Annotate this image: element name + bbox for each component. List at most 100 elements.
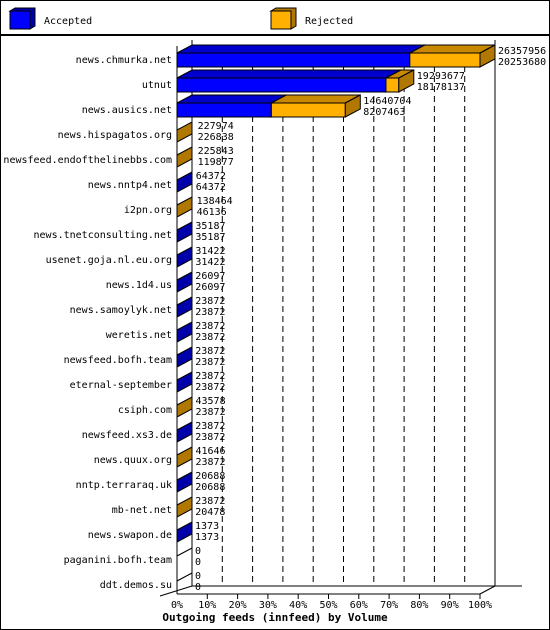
x-axis-title: Outgoing feeds (innfeed) by Volume [162, 611, 388, 624]
bar-accepted [176, 52, 411, 68]
value-label-total: 23872 [195, 371, 225, 382]
bar-accepted-top [176, 94, 287, 104]
value-label-accepted: 119877 [198, 157, 234, 168]
x-tick-label: 10% [198, 600, 216, 611]
bar-group [176, 446, 193, 468]
bar-accepted [176, 521, 193, 543]
value-label-accepted: 0 [195, 557, 201, 568]
x-tick-label: 0% [171, 600, 183, 611]
value-label-total: 26097 [195, 271, 225, 282]
x-tick-label: 90% [441, 600, 459, 611]
legend: Accepted Rejected [8, 7, 353, 30]
y-axis-label: utnut [142, 80, 172, 91]
bar-group [176, 246, 193, 268]
value-label-total: 23872 [195, 296, 225, 307]
value-label-accepted: 23872 [196, 407, 226, 418]
bar-group [176, 496, 193, 518]
value-label-accepted: 23872 [195, 432, 225, 443]
bar-group [176, 146, 193, 168]
wall-row-separator [176, 547, 193, 557]
x-tick-label: 60% [350, 600, 368, 611]
bar-group [176, 69, 415, 93]
bar-accepted [176, 371, 193, 393]
y-axis-label: paganini.bofh.team [64, 555, 172, 566]
value-label-total: 0 [195, 546, 201, 557]
y-axis-label: i2pn.org [124, 205, 172, 216]
y-axis-label: news.1d4.us [106, 280, 172, 291]
bar-group [176, 346, 193, 368]
x-tick-label: 30% [259, 600, 277, 611]
bar-group [176, 371, 193, 393]
bar-group [176, 44, 496, 68]
value-label-total: 1373 [195, 521, 219, 532]
y-axis-label: news.hispagatos.org [58, 130, 172, 141]
value-label-accepted: 26097 [195, 282, 225, 293]
y-axis-label: news.chmurka.net [76, 55, 172, 66]
y-axis-label: nntp.terraraq.uk [76, 480, 172, 491]
bar-rejected [270, 102, 346, 118]
y-axis-label: news.samoylyk.net [70, 305, 172, 316]
value-label-accepted: 23872 [195, 382, 225, 393]
x-tick-label: 70% [380, 600, 398, 611]
x-axis-ticks: 0% 10% 20% 30% 40% 50% 60% 70% 80% 90% 100% [171, 594, 492, 611]
bar-group [176, 321, 193, 343]
bar-accepted [176, 421, 193, 443]
bar-rejected [409, 52, 481, 68]
y-axis-label: newsfeed.endofthelinebbs.com [3, 155, 172, 166]
value-label-total: 0 [195, 571, 201, 582]
bar-rejected [176, 446, 193, 468]
value-label-accepted: 23872 [195, 307, 225, 318]
bar-accepted-top [176, 69, 402, 79]
bar-accepted [176, 471, 193, 493]
bar-group [176, 221, 193, 243]
bar-accepted [176, 321, 193, 343]
y-axis-label: news.nntp4.net [88, 180, 172, 191]
value-label-accepted: 8207463 [363, 107, 405, 118]
value-label-total: 23872 [195, 321, 225, 332]
floor-right-edge [479, 585, 496, 595]
bar-group [176, 296, 193, 318]
bar-accepted [176, 221, 193, 243]
x-tick-label: 50% [319, 600, 337, 611]
bar-accepted [176, 246, 193, 268]
value-label-accepted: 64372 [196, 182, 226, 193]
value-label-total: 225843 [198, 146, 234, 157]
value-label-total: 14640704 [363, 96, 411, 107]
value-label-accepted: 20478 [195, 507, 225, 518]
value-label-accepted: 46136 [197, 207, 227, 218]
value-label-total: 43578 [196, 396, 226, 407]
value-label-accepted: 23872 [195, 332, 225, 343]
bar-rejected [176, 496, 193, 518]
y-axis-labels: news.chmurka.net utnut news.ausics.net news… [3, 55, 172, 591]
y-axis-label: mb-net.net [112, 505, 172, 516]
value-label-total: 64372 [196, 171, 226, 182]
bar-group [176, 421, 193, 443]
value-label-accepted: 31422 [195, 257, 225, 268]
bar-accepted [176, 77, 387, 93]
legend-swatch-rejected [270, 10, 292, 30]
legend-item-rejected: Rejected [269, 7, 353, 30]
bar-rejected [176, 196, 193, 218]
bar-group [176, 271, 193, 293]
bar-group [176, 171, 193, 193]
y-axis-label: newsfeed.xs3.de [82, 430, 172, 441]
value-label-total: 20688 [195, 471, 225, 482]
value-label-total: 23872 [195, 421, 225, 432]
wall-row-separator [176, 572, 193, 582]
value-label-accepted: 23872 [195, 457, 225, 468]
legend-label-accepted: Accepted [44, 16, 92, 27]
bar-accepted [176, 271, 193, 293]
value-label-total: 227974 [198, 121, 234, 132]
bar-accepted [176, 296, 193, 318]
x-tick-label: 40% [289, 600, 307, 611]
y-axis-label: ddt.demos.su [100, 580, 172, 591]
bar-rejected [176, 146, 193, 168]
y-axis-label: newsfeed.bofh.team [64, 355, 172, 366]
bar-accepted [176, 346, 193, 368]
y-axis-label: weretis.net [106, 330, 172, 341]
value-label-accepted: 20688 [195, 482, 225, 493]
bar-group [176, 196, 193, 218]
bar-accepted [176, 171, 193, 193]
y-axis-label: csiph.com [118, 405, 172, 416]
value-label-total: 35187 [195, 221, 225, 232]
